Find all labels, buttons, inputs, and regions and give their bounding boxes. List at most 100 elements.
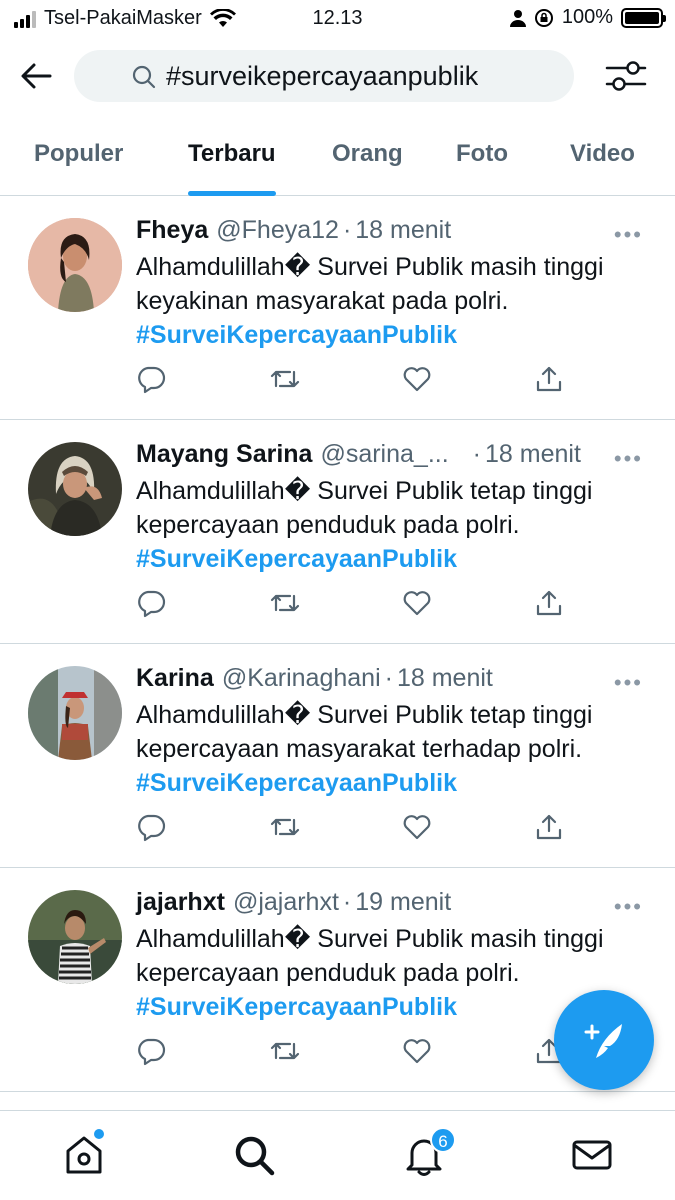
tab-label: Foto	[456, 140, 508, 167]
share-icon[interactable]	[534, 364, 564, 394]
tweet-actions	[136, 588, 576, 618]
like-icon[interactable]	[402, 588, 432, 618]
nav-notifications[interactable]: 6	[402, 1127, 456, 1177]
share-icon[interactable]	[534, 812, 564, 842]
status-left: Tsel-PakaiMasker	[14, 7, 236, 30]
home-icon	[66, 1136, 102, 1174]
tweet-header: Karina @Karinaghani · 18 menit	[136, 664, 493, 693]
like-icon[interactable]	[402, 1036, 432, 1066]
share-icon[interactable]	[534, 588, 564, 618]
tweet-text: Alhamdulillah� Survei Publik masih tingg…	[136, 250, 656, 352]
retweet-icon[interactable]	[270, 1036, 300, 1066]
tab-populer[interactable]: Populer	[34, 140, 123, 196]
tweet-time[interactable]: 18 menit	[485, 440, 581, 469]
tweet-header: Fheya @Fheya12 · 18 menit	[136, 216, 451, 245]
tab-label: Terbaru	[188, 140, 276, 167]
signal-icon	[14, 10, 36, 28]
more-options-icon[interactable]: •••	[614, 222, 643, 248]
bottom-navigation: 6	[0, 1110, 675, 1200]
hashtag-link[interactable]: #SurveiKepercayaanPublik	[136, 542, 656, 576]
tab-label: Orang	[332, 140, 403, 167]
search-tabs: Populer Terbaru Orang Foto Video	[0, 120, 675, 196]
separator-dot: ·	[472, 440, 481, 468]
tweet-text-line: keyakinan masyarakat pada polri.	[136, 287, 509, 315]
reply-icon[interactable]	[136, 812, 166, 842]
more-options-icon[interactable]: •••	[614, 670, 643, 696]
status-bar: Tsel-PakaiMasker 12.13 100%	[0, 0, 675, 40]
tweet-text-line: kepercayaan masyarakat terhadap polri.	[136, 735, 583, 763]
tweet-text-line: Alhamdulillah� Survei Publik tetap tingg…	[136, 701, 593, 729]
tweet-time[interactable]: 18 menit	[355, 216, 451, 245]
compose-tweet-button[interactable]	[554, 990, 654, 1090]
search-header: #surveikepercayaanpublik	[0, 44, 675, 108]
battery-icon	[621, 7, 666, 28]
user-handle[interactable]: @jajarhxt	[233, 888, 339, 917]
new-content-dot	[94, 1129, 104, 1139]
nav-messages[interactable]	[570, 1133, 614, 1177]
back-button[interactable]	[16, 56, 56, 96]
tab-orang[interactable]: Orang	[332, 140, 403, 196]
search-input[interactable]: #surveikepercayaanpublik	[74, 50, 574, 102]
reply-icon[interactable]	[136, 364, 166, 394]
tweet-text: Alhamdulillah� Survei Publik tetap tingg…	[136, 698, 656, 800]
search-settings-button[interactable]	[605, 56, 647, 96]
tweet-text-line: Alhamdulillah� Survei Publik masih tingg…	[136, 925, 604, 953]
nav-search[interactable]	[232, 1133, 276, 1177]
user-handle[interactable]: @Fheya12	[216, 216, 339, 245]
like-icon[interactable]	[402, 812, 432, 842]
tweet[interactable]: Fheya @Fheya12 · 18 menit ••• Alhamdulil…	[0, 196, 675, 420]
user-handle[interactable]: @sarina_...	[320, 440, 448, 469]
tweet-text-line: Alhamdulillah� Survei Publik tetap tingg…	[136, 477, 593, 505]
status-right: 100%	[509, 6, 666, 29]
more-options-icon[interactable]: •••	[614, 446, 643, 472]
display-name[interactable]: Karina	[136, 664, 214, 693]
avatar[interactable]	[28, 666, 122, 760]
tweet-actions	[136, 364, 576, 394]
tweet-text: Alhamdulillah� Survei Publik tetap tingg…	[136, 474, 656, 576]
tweet-text-line: kepercayaan penduduk pada polri.	[136, 959, 520, 987]
compose-quill-icon	[584, 1024, 622, 1058]
nav-home[interactable]	[62, 1129, 106, 1177]
avatar[interactable]	[28, 890, 122, 984]
tweet-time[interactable]: 18 menit	[397, 664, 493, 693]
tweet-actions	[136, 1036, 576, 1066]
sliders-icon	[605, 61, 647, 91]
search-query: #surveikepercayaanpublik	[166, 60, 479, 91]
display-name[interactable]: Fheya	[136, 216, 208, 245]
avatar[interactable]	[28, 442, 122, 536]
search-icon	[235, 1136, 275, 1176]
more-options-icon[interactable]: •••	[614, 894, 643, 920]
separator-dot: ·	[342, 888, 352, 916]
tweet[interactable]: Karina @Karinaghani · 18 menit ••• Alham…	[0, 644, 675, 868]
reply-icon[interactable]	[136, 1036, 166, 1066]
separator-dot: ·	[384, 664, 393, 692]
tab-terbaru[interactable]: Terbaru	[188, 140, 276, 196]
rotation-lock-icon	[534, 8, 553, 27]
search-icon	[132, 65, 156, 89]
tweet-time[interactable]: 19 menit	[355, 888, 451, 917]
carrier-name: Tsel-PakaiMasker	[44, 7, 202, 29]
retweet-icon[interactable]	[270, 812, 300, 842]
tab-foto[interactable]: Foto	[456, 140, 508, 196]
retweet-icon[interactable]	[270, 588, 300, 618]
tweet-header: jajarhxt @jajarhxt · 19 menit	[136, 888, 451, 917]
like-icon[interactable]	[402, 364, 432, 394]
tab-video[interactable]: Video	[570, 140, 635, 196]
hashtag-link[interactable]: #SurveiKepercayaanPublik	[136, 766, 656, 800]
notification-badge: 6	[430, 1127, 456, 1153]
person-icon	[509, 9, 526, 27]
display-name[interactable]: jajarhxt	[136, 888, 225, 917]
hashtag-link[interactable]: #SurveiKepercayaanPublik	[136, 318, 656, 352]
display-name[interactable]: Mayang Sarina	[136, 440, 312, 469]
tweet-actions	[136, 812, 576, 842]
envelope-icon	[572, 1140, 612, 1170]
tweet-feed: Fheya @Fheya12 · 18 menit ••• Alhamdulil…	[0, 196, 675, 1092]
battery-percent: 100%	[561, 6, 613, 28]
retweet-icon[interactable]	[270, 364, 300, 394]
tweet[interactable]: Mayang Sarina @sarina_... · 18 menit •••…	[0, 420, 675, 644]
tweet-header: Mayang Sarina @sarina_... · 18 menit	[136, 440, 581, 469]
tweet-text-line: Alhamdulillah� Survei Publik masih tingg…	[136, 253, 604, 281]
user-handle[interactable]: @Karinaghani	[222, 664, 381, 693]
avatar[interactable]	[28, 218, 122, 312]
reply-icon[interactable]	[136, 588, 166, 618]
